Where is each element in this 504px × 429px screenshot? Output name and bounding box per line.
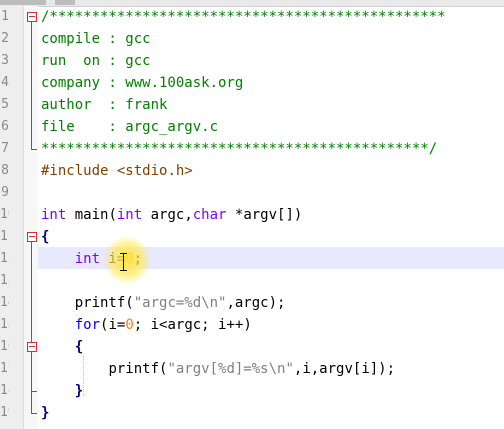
code-line[interactable]: company : www.100ask.org (41, 72, 243, 94)
line-number: 17 (0, 361, 9, 376)
line-number: 5 (1, 97, 9, 112)
i-beam-cursor-icon (120, 253, 128, 272)
param: argc, (142, 207, 193, 223)
fold-minus-box-icon[interactable] (27, 342, 37, 352)
code-line[interactable]: { (41, 336, 83, 358)
type-keyword: int (41, 207, 67, 223)
comment: file : argc_argv.c (41, 119, 219, 135)
code-line[interactable]: } (41, 402, 49, 424)
fold-end-mark (31, 413, 37, 414)
line-number: 7 (1, 141, 9, 156)
line-number: 10 (0, 207, 9, 222)
loop-cond: ; i<argc; i++) (133, 317, 252, 333)
code-line[interactable]: } (41, 380, 83, 402)
function-name: main( (66, 207, 117, 223)
function-call: printf( (74, 295, 134, 311)
fold-end-mark (31, 391, 37, 392)
line-number: 12 (0, 251, 9, 266)
fold-minus-box-icon[interactable] (27, 232, 37, 242)
code-line[interactable]: #include <stdio.h> (41, 160, 193, 182)
number-literal: 0 (125, 317, 134, 333)
brace: } (74, 383, 84, 399)
tab-fragment (0, 0, 46, 5)
fold-line (31, 242, 32, 413)
type-keyword: char (192, 207, 227, 223)
comment: author : frank (41, 97, 168, 113)
line-number: 15 (0, 317, 9, 332)
fold-end-mark (31, 149, 37, 150)
code-line[interactable]: /***************************************… (41, 6, 446, 28)
code-line[interactable]: printf("argv[%d]=%s\n",i,argv[i]); (41, 358, 395, 380)
code-line[interactable]: compile : gcc (41, 28, 151, 50)
include-header: <stdio.h> (108, 163, 193, 179)
brace: { (74, 339, 84, 355)
code-line[interactable]: printf("argc=%d\n",argc); (41, 292, 286, 314)
comment: company : www.100ask.org (41, 75, 244, 91)
comment: compile : gcc (41, 31, 151, 47)
fold-line (31, 22, 32, 149)
code-line[interactable]: author : frank (41, 94, 167, 116)
code-editor[interactable]: 1 2 3 4 5 6 7 8 9 10 11 12 13 14 15 16 1… (0, 0, 504, 429)
brace: { (41, 229, 50, 245)
line-number: 8 (1, 163, 9, 178)
code-line[interactable]: ****************************************… (41, 138, 437, 160)
type-keyword: int (116, 207, 143, 223)
comment: /***************************************… (41, 9, 446, 25)
code-line[interactable]: { (41, 226, 49, 248)
pointer-op: * (226, 207, 244, 223)
comment: run on : gcc (41, 53, 151, 69)
code-line[interactable]: for(i=0; i<argc; i++) (41, 314, 252, 336)
for-keyword: for (74, 317, 101, 333)
line-number: 14 (0, 295, 9, 310)
preprocessor-directive: #include (41, 163, 109, 179)
comment: ****************************************… (41, 141, 438, 157)
tab-fragment (55, 0, 75, 5)
line-number: 3 (1, 53, 9, 68)
fold-minus-box-icon[interactable] (27, 12, 37, 22)
line-number: 1 (1, 9, 9, 24)
string-literal: "argv[%d]=%s\n" (167, 361, 294, 377)
string-literal: "argc=%d\n" (133, 295, 227, 311)
param: argv[]) (243, 207, 303, 223)
brace: } (41, 405, 50, 421)
line-number: 9 (1, 185, 9, 200)
args: ,argc); (226, 295, 286, 311)
line-number: 2 (1, 31, 9, 46)
code-line[interactable]: file : argc_argv.c (41, 116, 218, 138)
line-number: 13 (0, 273, 9, 288)
line-number: 18 (0, 383, 9, 398)
function-call: printf( (108, 361, 168, 377)
args: ,i,argv[i]); (293, 361, 396, 377)
type-keyword: int (74, 251, 101, 267)
line-number: 16 (0, 339, 9, 354)
line-number: 19 (0, 405, 9, 420)
code-line[interactable]: int main(int argc,char *argv[]) (41, 204, 302, 226)
line-number: 6 (1, 119, 9, 134)
line-number: 4 (1, 75, 9, 90)
loop-init: (i= (100, 317, 126, 333)
line-number: 11 (0, 229, 9, 244)
code-line[interactable]: run on : gcc (41, 50, 151, 72)
